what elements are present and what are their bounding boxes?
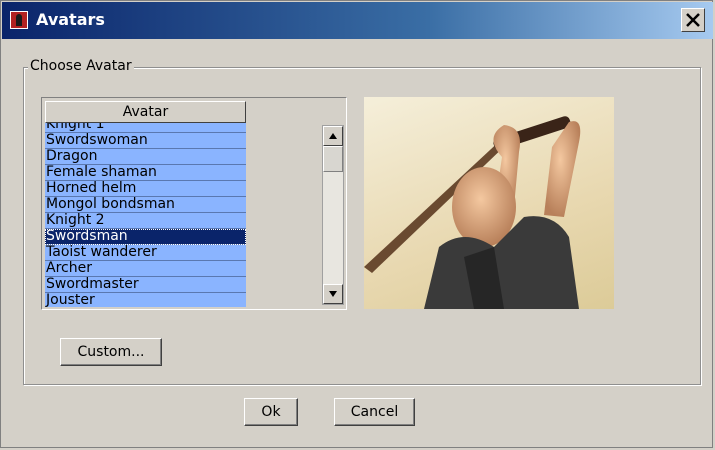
list-item[interactable]: Dragon <box>45 149 246 165</box>
group-label: Choose Avatar <box>28 58 134 74</box>
list-item[interactable]: Archer <box>45 261 246 277</box>
avatar-column-header[interactable]: Avatar <box>45 101 246 123</box>
list-item[interactable]: Female shaman <box>45 165 246 181</box>
close-button[interactable] <box>681 8 705 32</box>
arrow-up-icon <box>329 133 337 139</box>
ok-button[interactable]: Ok <box>244 398 298 426</box>
swordsman-portrait <box>364 116 581 309</box>
list-item[interactable]: Swordswoman <box>45 133 246 149</box>
list-item[interactable]: Swordmaster <box>45 277 246 293</box>
avatar-preview-image <box>364 97 614 309</box>
avatars-dialog: Avatars Choose Avatar Avatar Knight 1 Swo… <box>0 0 713 448</box>
scroll-thumb[interactable] <box>323 146 343 172</box>
list-scrollbar[interactable] <box>322 125 344 305</box>
custom-button[interactable]: Custom... <box>60 338 162 366</box>
scroll-up-button[interactable] <box>323 126 343 146</box>
avatar-rows: Knight 1 Swordswoman Dragon Female shaman Ho… <box>45 123 246 307</box>
avatar-app-icon <box>10 11 28 29</box>
scroll-down-button[interactable] <box>323 284 343 304</box>
list-item[interactable]: Mongol bondsman <box>45 197 246 213</box>
window-title: Avatars <box>36 10 105 29</box>
list-item[interactable]: Knight 2 <box>45 213 246 229</box>
arrow-down-icon <box>329 291 337 297</box>
list-item[interactable]: Swordsman <box>45 229 246 245</box>
cancel-button[interactable]: Cancel <box>334 398 415 426</box>
list-item[interactable]: Knight 1 <box>45 123 246 133</box>
close-icon <box>686 13 700 27</box>
avatar-list: Avatar Knight 1 Swordswoman Dragon Female s… <box>41 97 347 310</box>
list-item[interactable]: Jouster <box>45 293 246 307</box>
list-item[interactable]: Horned helm <box>45 181 246 197</box>
title-bar[interactable]: Avatars <box>2 2 713 39</box>
avatar-list-body[interactable]: Knight 1 Swordswoman Dragon Female shaman Ho… <box>45 123 246 307</box>
list-item[interactable]: Taoist wanderer <box>45 245 246 261</box>
